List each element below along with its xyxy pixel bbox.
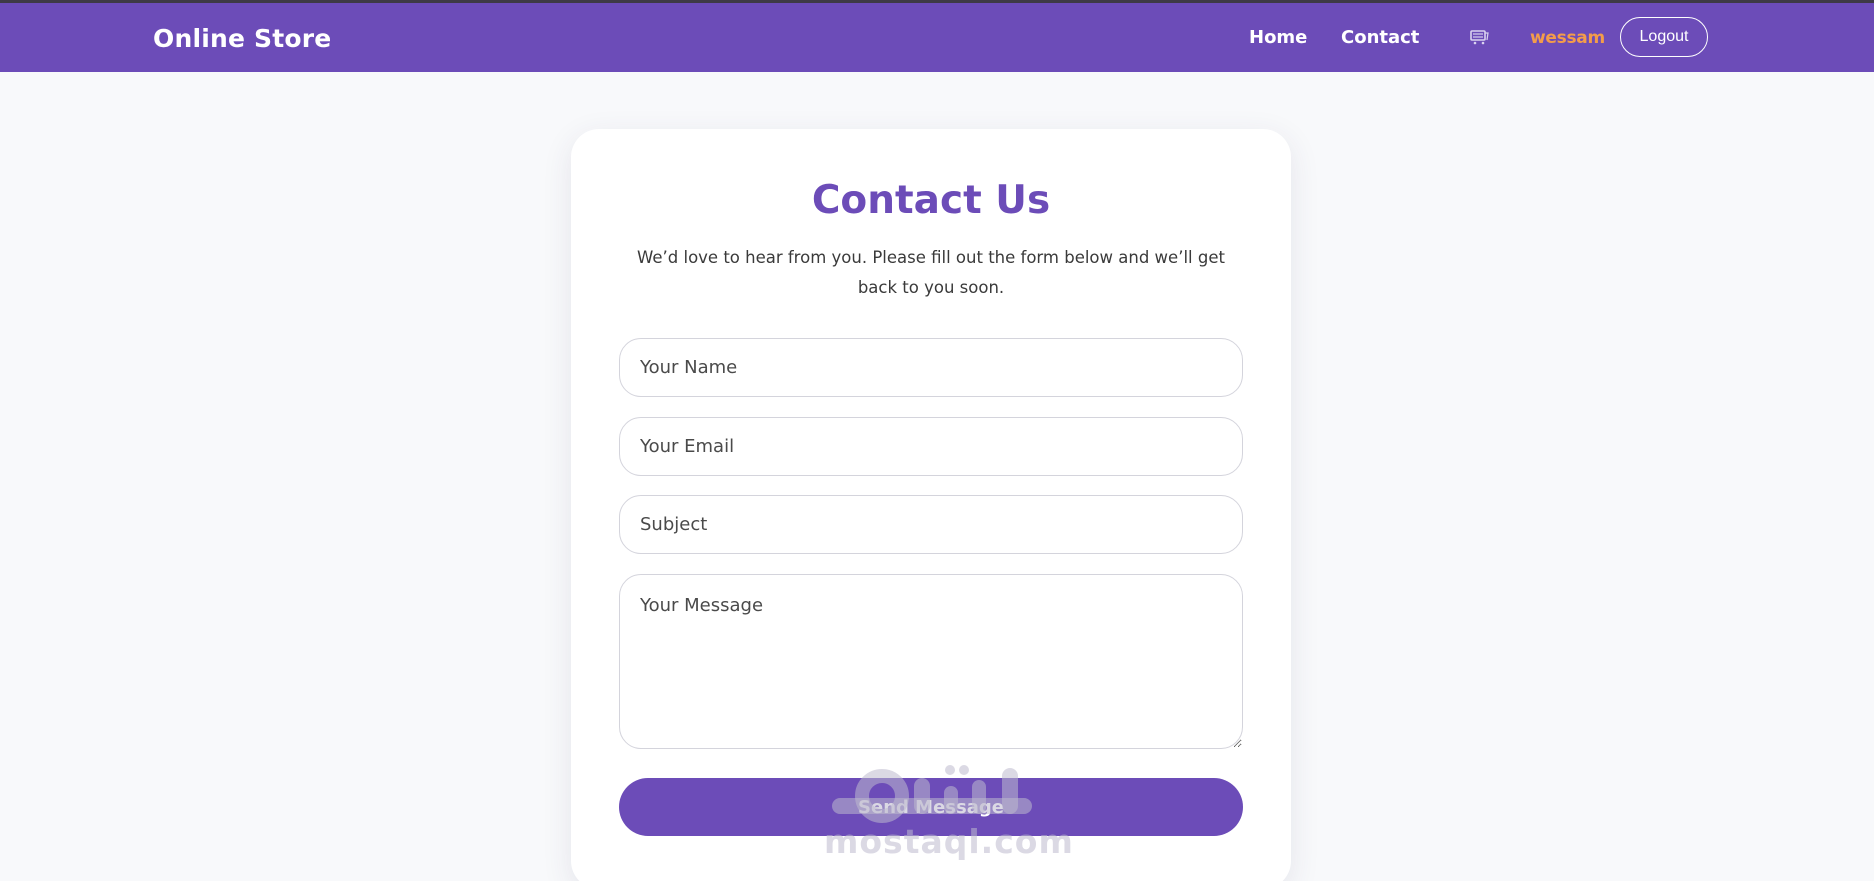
send-message-button[interactable]: Send Message — [619, 778, 1243, 836]
nav-link-contact[interactable]: Contact — [1341, 27, 1419, 48]
contact-card: Contact Us We’d love to hear from you. P… — [571, 129, 1291, 881]
subject-input[interactable] — [619, 495, 1243, 554]
message-textarea[interactable] — [619, 574, 1243, 749]
logout-button[interactable]: Logout — [1620, 17, 1708, 57]
cart-icon[interactable] — [1469, 29, 1489, 45]
page-title: Contact Us — [811, 178, 1051, 223]
name-input[interactable] — [619, 338, 1243, 397]
username-label[interactable]: wessam — [1530, 28, 1605, 48]
email-input[interactable] — [619, 417, 1243, 476]
brand-logo[interactable]: Online Store — [153, 24, 331, 53]
page-subtitle: We’d love to hear from you. Please fill … — [637, 248, 1225, 297]
nav-link-home[interactable]: Home — [1249, 27, 1307, 48]
navbar: Online Store Home Contact wessam Logout — [0, 3, 1874, 72]
